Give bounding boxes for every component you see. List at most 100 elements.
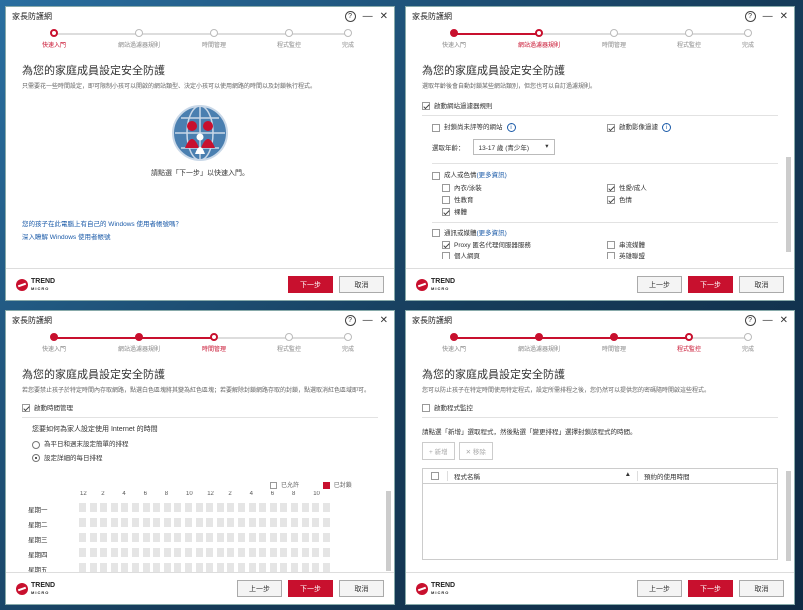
schedule-cell[interactable] [141, 517, 151, 528]
schedule-cell[interactable] [279, 502, 289, 513]
schedule-cell[interactable] [120, 502, 130, 513]
schedule-cell[interactable] [247, 502, 257, 513]
cancel-button[interactable]: 取消 [339, 276, 384, 293]
category-checkbox[interactable] [432, 171, 440, 180]
scrollbar[interactable] [786, 471, 791, 561]
schedule-cell[interactable] [215, 517, 225, 528]
schedule-cell[interactable] [173, 502, 183, 513]
scrollbar[interactable] [386, 491, 391, 571]
schedule-cell[interactable] [162, 547, 172, 558]
category-item-checkbox[interactable] [442, 241, 450, 250]
column-header-time[interactable]: 預約的使用時間 [637, 471, 777, 482]
schedule-cell[interactable] [237, 532, 246, 543]
schedule-cell[interactable] [184, 502, 193, 513]
more-info-link[interactable]: (更多資訊) [477, 230, 507, 237]
schedule-cell[interactable] [120, 532, 130, 543]
column-header-name[interactable]: 程式名稱 [454, 471, 480, 481]
category-item[interactable]: Proxy 匿名代理伺服器服務 [442, 239, 531, 250]
schedule-cell[interactable] [152, 502, 162, 513]
unrated-option[interactable]: 封鎖尚未評等的網站 i [432, 123, 516, 133]
schedule-cell[interactable] [141, 502, 151, 513]
schedule-cell[interactable] [321, 502, 331, 513]
back-button[interactable]: 上一步 [237, 580, 282, 597]
cancel-button[interactable]: 取消 [739, 276, 784, 293]
schedule-cell[interactable] [78, 502, 87, 513]
category-communication[interactable]: 通訊或媒體(更多資訊) [422, 227, 778, 237]
schedule-cell[interactable] [226, 532, 236, 543]
schedule-cell[interactable] [120, 517, 130, 528]
schedule-cell[interactable] [162, 502, 172, 513]
close-icon[interactable]: ✕ [380, 11, 388, 22]
category-item-checkbox[interactable] [442, 195, 450, 204]
schedule-cell[interactable] [226, 517, 236, 528]
enable-program-checkbox[interactable] [422, 404, 430, 413]
schedule-cell[interactable] [290, 547, 299, 558]
help-icon[interactable]: ? [344, 315, 356, 326]
schedule-cell[interactable] [311, 517, 321, 528]
schedule-cell[interactable] [141, 532, 151, 543]
category-item[interactable]: 色情 [607, 194, 632, 204]
back-button[interactable]: 上一步 [637, 580, 682, 597]
learn-more-link[interactable]: 深入瞭解 Windows 使用者帳號 [22, 231, 378, 241]
schedule-cell[interactable] [173, 517, 183, 528]
schedule-cell[interactable] [237, 547, 246, 558]
schedule-cell[interactable] [258, 517, 268, 528]
category-item-checkbox[interactable] [607, 195, 615, 204]
schedule-cell[interactable] [131, 502, 140, 513]
schedule-cell[interactable] [205, 517, 215, 528]
schedule-cell[interactable] [152, 517, 162, 528]
schedule-cell[interactable] [88, 532, 98, 543]
schedule-cell[interactable] [300, 517, 310, 528]
category-item-checkbox[interactable] [442, 252, 450, 259]
cancel-button[interactable]: 取消 [339, 580, 384, 597]
category-item-checkbox[interactable] [442, 183, 450, 192]
schedule-cell[interactable] [109, 547, 119, 558]
schedule-cell[interactable] [131, 547, 140, 558]
schedule-cell[interactable] [268, 502, 278, 513]
schedule-cell[interactable] [141, 547, 151, 558]
schedule-cell[interactable] [184, 547, 193, 558]
schedule-cell[interactable] [321, 517, 331, 528]
schedule-cell[interactable] [268, 517, 278, 528]
schedule-cell[interactable] [247, 547, 257, 558]
schedule-cell[interactable] [205, 532, 215, 543]
next-button[interactable]: 下一步 [288, 276, 333, 293]
schedule-cell[interactable] [99, 517, 109, 528]
category-item[interactable]: 性教育 [442, 194, 474, 204]
schedule-cell[interactable] [268, 547, 278, 558]
schedule-cell[interactable] [237, 517, 246, 528]
schedule-cell[interactable] [78, 532, 87, 543]
schedule-cell[interactable] [99, 502, 109, 513]
category-adult[interactable]: 成人或色情(更多資訊) [422, 169, 778, 180]
schedule-cell[interactable] [88, 502, 98, 513]
category-item[interactable]: 性愛/成人 [607, 182, 647, 192]
user-account-question-link[interactable]: 您的孩子在此電腦上有自己的 Windows 使用者帳號嗎？ [22, 218, 378, 228]
more-info-link[interactable]: (更多資訊) [477, 172, 507, 179]
help-icon[interactable]: ? [344, 11, 356, 22]
help-icon[interactable]: ? [744, 315, 756, 326]
category-item-checkbox[interactable] [607, 252, 615, 259]
schedule-cell[interactable] [311, 547, 321, 558]
schedule-cell[interactable] [184, 532, 193, 543]
category-item-checkbox[interactable] [607, 241, 615, 250]
schedule-grid[interactable]: 12 2 4 6 8 10 12 2 4 6 8 10 星期一 星期二 星期三 星期四 星期五 [20, 491, 350, 575]
unrated-checkbox[interactable] [432, 123, 440, 132]
schedule-cell[interactable] [173, 547, 183, 558]
schedule-cell[interactable] [173, 532, 183, 543]
schedule-cell[interactable] [109, 502, 119, 513]
schedule-cell[interactable] [99, 547, 109, 558]
select-all-checkbox[interactable] [431, 472, 439, 481]
schedule-cell[interactable] [321, 532, 331, 543]
schedule-cell[interactable] [88, 517, 98, 528]
enable-filter-checkbox[interactable] [422, 102, 430, 111]
detailed-schedule-option[interactable]: 設定詳細的每日排程 [22, 452, 378, 462]
schedule-cell[interactable] [290, 517, 299, 528]
schedule-cell[interactable] [152, 547, 162, 558]
add-program-button[interactable]: + 新增 [422, 442, 455, 461]
schedule-cell[interactable] [268, 532, 278, 543]
schedule-cell[interactable] [237, 502, 246, 513]
schedule-cell[interactable] [194, 532, 204, 543]
schedule-cell[interactable] [311, 502, 321, 513]
schedule-cell[interactable] [152, 532, 162, 543]
next-button[interactable]: 下一步 [688, 580, 733, 597]
